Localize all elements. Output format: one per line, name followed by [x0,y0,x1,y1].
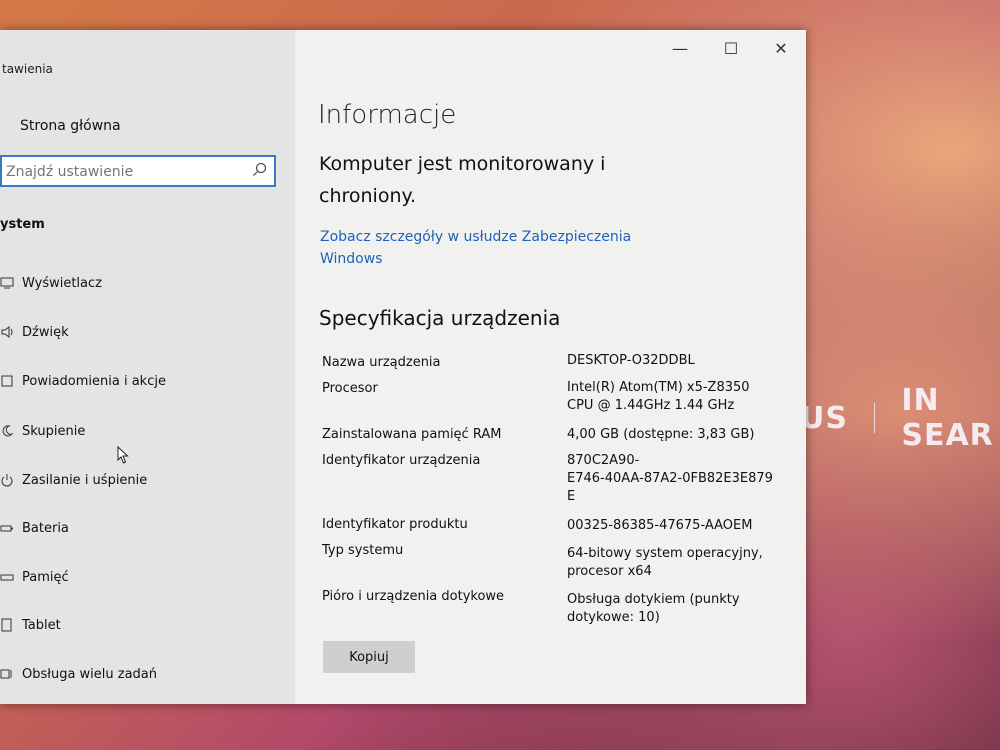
spec-value-line: procesor x64 [567,564,652,579]
status-line: chroniony. [319,185,417,207]
spec-value-processor: Intel(R) Atom(TM) x5-Z8350 CPU @ 1.44GHz… [567,379,782,415]
page-title: Informacje [318,100,457,130]
sidebar-item-sound[interactable]: Dźwięk [0,319,290,345]
brand-logo-text: US [800,400,848,436]
moon-icon [2,425,14,437]
mouse-cursor-icon [117,446,129,464]
sidebar-home-link[interactable]: Strona główna [20,118,121,134]
spec-value-line: DESKTOP-O32DDBL [567,353,695,368]
spec-label-system-type: Typ systemu [322,543,404,558]
spec-value-product-id: 00325-86385-47675-AAOEM [567,517,782,535]
spec-value-pen-touch: Obsługa dotykiem (punkty dotykowe: 10) [567,591,782,627]
settings-window: tawienia Strona główna ystem Wyświetlacz… [0,30,806,704]
spec-value-line: 00325-86385-47675-AAOEM [567,518,753,533]
spec-label-device-name: Nazwa urządzenia [322,355,441,370]
sidebar-item-focus[interactable]: Skupienie [0,418,290,444]
sidebar-item-label: Dźwięk [22,324,69,340]
display-icon [0,277,14,289]
speaker-icon [1,326,13,338]
sidebar-item-label: Powiadomienia i akcje [22,373,166,389]
copy-button[interactable]: Kopiuj [323,641,415,673]
sidebar-item-label: Obsługa wielu zadań [22,666,158,682]
spec-label-pen-touch: Pióro i urządzenia dotykowe [322,589,505,604]
security-details-link[interactable]: Zobacz szczegóły w usłudze Zabezpieczeni… [320,226,640,270]
spec-value-line: 870C2A90- [567,453,640,468]
sidebar-item-power[interactable]: Zasilanie i uśpienie [0,467,290,493]
close-button[interactable]: ✕ [767,36,795,60]
sidebar: tawienia Strona główna ystem Wyświetlacz… [0,30,295,704]
search-box[interactable] [0,155,276,187]
sidebar-item-battery[interactable]: Bateria [0,515,290,541]
spec-value-line: E746-40AA-87A2-0FB82E3E879 [567,471,773,486]
sidebar-item-label: Zasilanie i uśpienie [22,472,148,488]
wallpaper-brand: US IN SEAR [800,383,1000,453]
device-specs-heading: Specyfikacja urządzenia [319,306,561,330]
spec-label-processor: Procesor [322,381,378,396]
spec-value-ram: 4,00 GB (dostępne: 3,83 GB) [567,426,782,444]
sidebar-item-label: Skupienie [22,423,86,439]
spec-value-line: 64-bitowy system operacyjny, [567,546,763,561]
spec-value-line: 4,00 GB (dostępne: 3,83 GB) [567,427,755,442]
multitasking-icon [0,669,12,679]
sidebar-item-label: Tablet [22,617,61,633]
section-heading-system: ystem [0,217,45,232]
power-icon [1,474,13,487]
spec-label-device-id: Identyfikator urządzenia [322,453,481,468]
sidebar-item-label: Bateria [22,520,69,536]
spec-value-device-name: DESKTOP-O32DDBL [567,352,782,370]
sidebar-item-storage[interactable]: Pamięć [0,564,290,590]
spec-label-product-id: Identyfikator produktu [322,517,468,532]
notification-icon [1,375,13,387]
spec-value-system-type: 64-bitowy system operacyjny, procesor x6… [567,545,782,581]
brand-tagline: IN SEAR [901,383,994,453]
spec-value-line: Obsługa dotykiem (punkty [567,592,740,607]
spec-value-line: CPU @ 1.44GHz 1.44 GHz [567,398,735,413]
tablet-icon [1,618,12,632]
spec-label-ram: Zainstalowana pamięć RAM [322,427,502,442]
main-content: Informacje Komputer jest monitorowany i … [295,30,806,704]
status-line: Komputer jest monitorowany i [319,153,606,175]
app-title: tawienia [2,62,53,76]
sidebar-item-display[interactable]: Wyświetlacz [0,270,290,296]
link-line[interactable]: Windows [320,248,640,270]
sidebar-item-multitasking[interactable]: Obsługa wielu zadań [0,661,290,687]
spec-value-line: E [567,489,576,504]
sidebar-item-label: Pamięć [22,569,69,585]
security-status: Komputer jest monitorowany i chroniony. [319,148,639,212]
search-input[interactable] [2,157,244,187]
maximize-button[interactable]: ☐ [717,36,745,60]
spec-value-line: dotykowe: 10) [567,610,660,625]
storage-icon [0,574,14,581]
sidebar-item-tablet[interactable]: Tablet [0,612,290,638]
title-bar: — ☐ ✕ [295,30,806,66]
brand-separator [873,403,876,433]
minimize-button[interactable]: — [666,36,694,60]
battery-icon [0,525,13,532]
spec-value-device-id: 870C2A90- E746-40AA-87A2-0FB82E3E879 E [567,452,782,506]
search-icon[interactable] [252,162,268,178]
spec-value-line: Intel(R) Atom(TM) x5-Z8350 [567,380,750,395]
sidebar-item-label: Wyświetlacz [22,275,102,291]
link-line[interactable]: Zobacz szczegóły w usłudze Zabezpieczeni… [320,226,640,248]
sidebar-item-notifications[interactable]: Powiadomienia i akcje [0,368,290,394]
